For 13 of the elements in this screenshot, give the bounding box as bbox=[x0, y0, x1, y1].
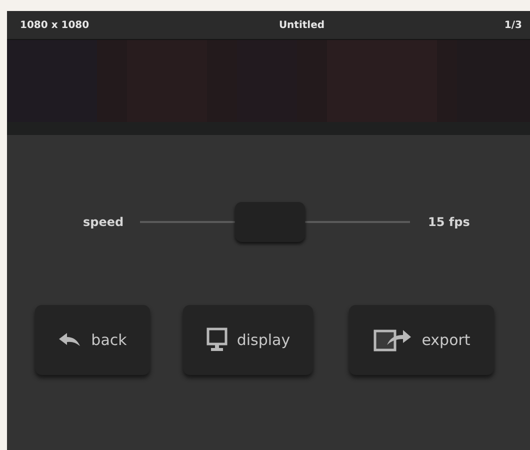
export-button[interactable]: export bbox=[349, 305, 494, 375]
display-button[interactable]: display bbox=[183, 305, 313, 375]
back-arrow-icon bbox=[58, 332, 82, 348]
back-button[interactable]: back bbox=[35, 305, 150, 375]
speed-slider[interactable] bbox=[140, 201, 410, 243]
document-title: Untitled bbox=[278, 20, 325, 30]
slider-label: speed bbox=[83, 215, 125, 229]
canvas-size: 1080 x 1080 bbox=[20, 20, 90, 30]
slider-thumb[interactable] bbox=[234, 202, 305, 242]
export-icon bbox=[372, 327, 413, 353]
page-counter: 1/3 bbox=[504, 20, 522, 30]
monitor-icon bbox=[206, 327, 228, 353]
slider-reading: 15 fps bbox=[428, 215, 470, 229]
